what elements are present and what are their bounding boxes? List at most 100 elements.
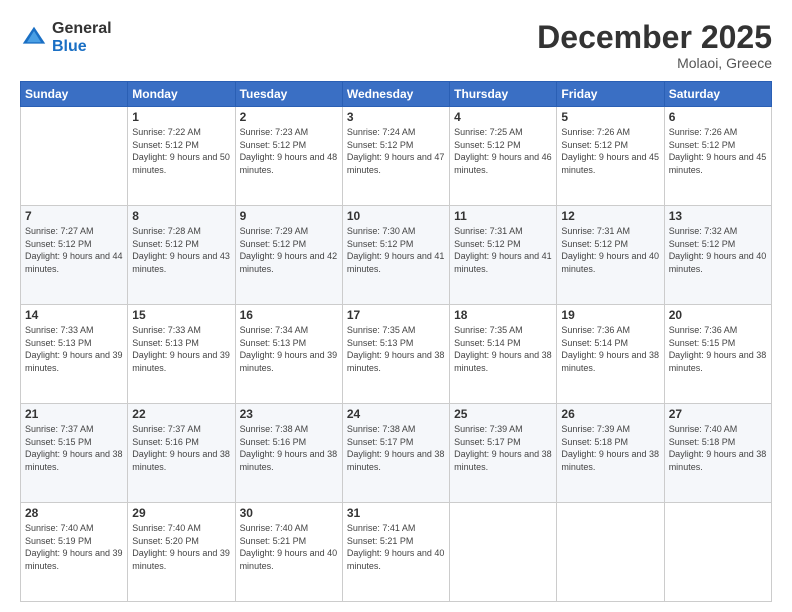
day-number: 14 (25, 308, 123, 322)
day-number: 13 (669, 209, 767, 223)
calendar-cell: 9 Sunrise: 7:29 AM Sunset: 5:12 PM Daylig… (235, 206, 342, 305)
cell-info: Sunrise: 7:35 AM Sunset: 5:14 PM Dayligh… (454, 324, 552, 374)
cell-info: Sunrise: 7:37 AM Sunset: 5:15 PM Dayligh… (25, 423, 123, 473)
day-number: 5 (561, 110, 659, 124)
calendar-cell (21, 107, 128, 206)
day-number: 24 (347, 407, 445, 421)
cell-info: Sunrise: 7:39 AM Sunset: 5:17 PM Dayligh… (454, 423, 552, 473)
calendar-cell: 23 Sunrise: 7:38 AM Sunset: 5:16 PM Dayli… (235, 404, 342, 503)
cell-info: Sunrise: 7:28 AM Sunset: 5:12 PM Dayligh… (132, 225, 230, 275)
calendar-cell: 5 Sunrise: 7:26 AM Sunset: 5:12 PM Daylig… (557, 107, 664, 206)
cell-info: Sunrise: 7:38 AM Sunset: 5:16 PM Dayligh… (240, 423, 338, 473)
calendar-table: SundayMondayTuesdayWednesdayThursdayFrid… (20, 81, 772, 602)
calendar-body: 1 Sunrise: 7:22 AM Sunset: 5:12 PM Daylig… (21, 107, 772, 602)
calendar-cell: 22 Sunrise: 7:37 AM Sunset: 5:16 PM Dayli… (128, 404, 235, 503)
calendar-cell: 24 Sunrise: 7:38 AM Sunset: 5:17 PM Dayli… (342, 404, 449, 503)
day-number: 17 (347, 308, 445, 322)
day-number: 4 (454, 110, 552, 124)
cell-info: Sunrise: 7:32 AM Sunset: 5:12 PM Dayligh… (669, 225, 767, 275)
week-row-1: 7 Sunrise: 7:27 AM Sunset: 5:12 PM Daylig… (21, 206, 772, 305)
calendar-cell (557, 503, 664, 602)
calendar-cell: 27Sunrise: 7:40 AM Sunset: 5:18 PM Dayli… (664, 404, 771, 503)
calendar-cell: 17Sunrise: 7:35 AM Sunset: 5:13 PM Dayli… (342, 305, 449, 404)
day-number: 7 (25, 209, 123, 223)
header-row: SundayMondayTuesdayWednesdayThursdayFrid… (21, 82, 772, 107)
week-row-0: 1 Sunrise: 7:22 AM Sunset: 5:12 PM Daylig… (21, 107, 772, 206)
calendar-cell (664, 503, 771, 602)
cell-info: Sunrise: 7:23 AM Sunset: 5:12 PM Dayligh… (240, 126, 338, 176)
cell-info: Sunrise: 7:40 AM Sunset: 5:19 PM Dayligh… (25, 522, 123, 572)
cell-info: Sunrise: 7:36 AM Sunset: 5:15 PM Dayligh… (669, 324, 767, 374)
day-number: 31 (347, 506, 445, 520)
day-number: 9 (240, 209, 338, 223)
calendar-cell: 13 Sunrise: 7:32 AM Sunset: 5:12 PM Dayli… (664, 206, 771, 305)
week-row-3: 21 Sunrise: 7:37 AM Sunset: 5:15 PM Dayli… (21, 404, 772, 503)
day-number: 22 (132, 407, 230, 421)
calendar-cell: 21 Sunrise: 7:37 AM Sunset: 5:15 PM Dayli… (21, 404, 128, 503)
calendar-cell: 30Sunrise: 7:40 AM Sunset: 5:21 PM Dayli… (235, 503, 342, 602)
calendar-cell: 31 Sunrise: 7:41 AM Sunset: 5:21 PM Dayli… (342, 503, 449, 602)
day-number: 6 (669, 110, 767, 124)
cell-info: Sunrise: 7:40 AM Sunset: 5:20 PM Dayligh… (132, 522, 230, 572)
cell-info: Sunrise: 7:22 AM Sunset: 5:12 PM Dayligh… (132, 126, 230, 176)
cell-info: Sunrise: 7:36 AM Sunset: 5:14 PM Dayligh… (561, 324, 659, 374)
day-number: 18 (454, 308, 552, 322)
cell-info: Sunrise: 7:27 AM Sunset: 5:12 PM Dayligh… (25, 225, 123, 275)
day-number: 23 (240, 407, 338, 421)
calendar-cell: 18 Sunrise: 7:35 AM Sunset: 5:14 PM Dayli… (450, 305, 557, 404)
cell-info: Sunrise: 7:37 AM Sunset: 5:16 PM Dayligh… (132, 423, 230, 473)
cell-info: Sunrise: 7:38 AM Sunset: 5:17 PM Dayligh… (347, 423, 445, 473)
col-header-sunday: Sunday (21, 82, 128, 107)
col-header-wednesday: Wednesday (342, 82, 449, 107)
cell-info: Sunrise: 7:31 AM Sunset: 5:12 PM Dayligh… (561, 225, 659, 275)
calendar-cell: 8 Sunrise: 7:28 AM Sunset: 5:12 PM Daylig… (128, 206, 235, 305)
week-row-2: 14Sunrise: 7:33 AM Sunset: 5:13 PM Dayli… (21, 305, 772, 404)
cell-info: Sunrise: 7:24 AM Sunset: 5:12 PM Dayligh… (347, 126, 445, 176)
cell-info: Sunrise: 7:41 AM Sunset: 5:21 PM Dayligh… (347, 522, 445, 572)
calendar-cell: 20Sunrise: 7:36 AM Sunset: 5:15 PM Dayli… (664, 305, 771, 404)
day-number: 25 (454, 407, 552, 421)
calendar-cell: 4Sunrise: 7:25 AM Sunset: 5:12 PM Daylig… (450, 107, 557, 206)
cell-info: Sunrise: 7:26 AM Sunset: 5:12 PM Dayligh… (561, 126, 659, 176)
col-header-friday: Friday (557, 82, 664, 107)
calendar-cell: 28 Sunrise: 7:40 AM Sunset: 5:19 PM Dayli… (21, 503, 128, 602)
logo-text: General Blue (52, 20, 112, 55)
col-header-tuesday: Tuesday (235, 82, 342, 107)
day-number: 16 (240, 308, 338, 322)
header: General Blue December 2025 Molaoi, Greec… (20, 20, 772, 71)
day-number: 15 (132, 308, 230, 322)
cell-info: Sunrise: 7:26 AM Sunset: 5:12 PM Dayligh… (669, 126, 767, 176)
day-number: 30 (240, 506, 338, 520)
cell-info: Sunrise: 7:31 AM Sunset: 5:12 PM Dayligh… (454, 225, 552, 275)
day-number: 3 (347, 110, 445, 124)
day-number: 1 (132, 110, 230, 124)
day-number: 2 (240, 110, 338, 124)
day-number: 19 (561, 308, 659, 322)
day-number: 28 (25, 506, 123, 520)
cell-info: Sunrise: 7:34 AM Sunset: 5:13 PM Dayligh… (240, 324, 338, 374)
day-number: 8 (132, 209, 230, 223)
col-header-saturday: Saturday (664, 82, 771, 107)
day-number: 21 (25, 407, 123, 421)
day-number: 11 (454, 209, 552, 223)
cell-info: Sunrise: 7:29 AM Sunset: 5:12 PM Dayligh… (240, 225, 338, 275)
week-row-4: 28 Sunrise: 7:40 AM Sunset: 5:19 PM Dayli… (21, 503, 772, 602)
calendar-cell: 25 Sunrise: 7:39 AM Sunset: 5:17 PM Dayli… (450, 404, 557, 503)
calendar-cell: 12Sunrise: 7:31 AM Sunset: 5:12 PM Dayli… (557, 206, 664, 305)
day-number: 29 (132, 506, 230, 520)
day-number: 26 (561, 407, 659, 421)
calendar-cell: 11 Sunrise: 7:31 AM Sunset: 5:12 PM Dayli… (450, 206, 557, 305)
calendar-cell: 1 Sunrise: 7:22 AM Sunset: 5:12 PM Daylig… (128, 107, 235, 206)
calendar-cell (450, 503, 557, 602)
calendar-cell: 6 Sunrise: 7:26 AM Sunset: 5:12 PM Daylig… (664, 107, 771, 206)
calendar-cell: 14Sunrise: 7:33 AM Sunset: 5:13 PM Dayli… (21, 305, 128, 404)
calendar-cell: 10Sunrise: 7:30 AM Sunset: 5:12 PM Dayli… (342, 206, 449, 305)
calendar-cell: 15Sunrise: 7:33 AM Sunset: 5:13 PM Dayli… (128, 305, 235, 404)
col-header-thursday: Thursday (450, 82, 557, 107)
day-number: 10 (347, 209, 445, 223)
calendar-cell: 2 Sunrise: 7:23 AM Sunset: 5:12 PM Daylig… (235, 107, 342, 206)
calendar-cell: 26Sunrise: 7:39 AM Sunset: 5:18 PM Dayli… (557, 404, 664, 503)
title-area: December 2025 Molaoi, Greece (537, 20, 772, 71)
logo-icon (20, 24, 48, 52)
cell-info: Sunrise: 7:40 AM Sunset: 5:18 PM Dayligh… (669, 423, 767, 473)
